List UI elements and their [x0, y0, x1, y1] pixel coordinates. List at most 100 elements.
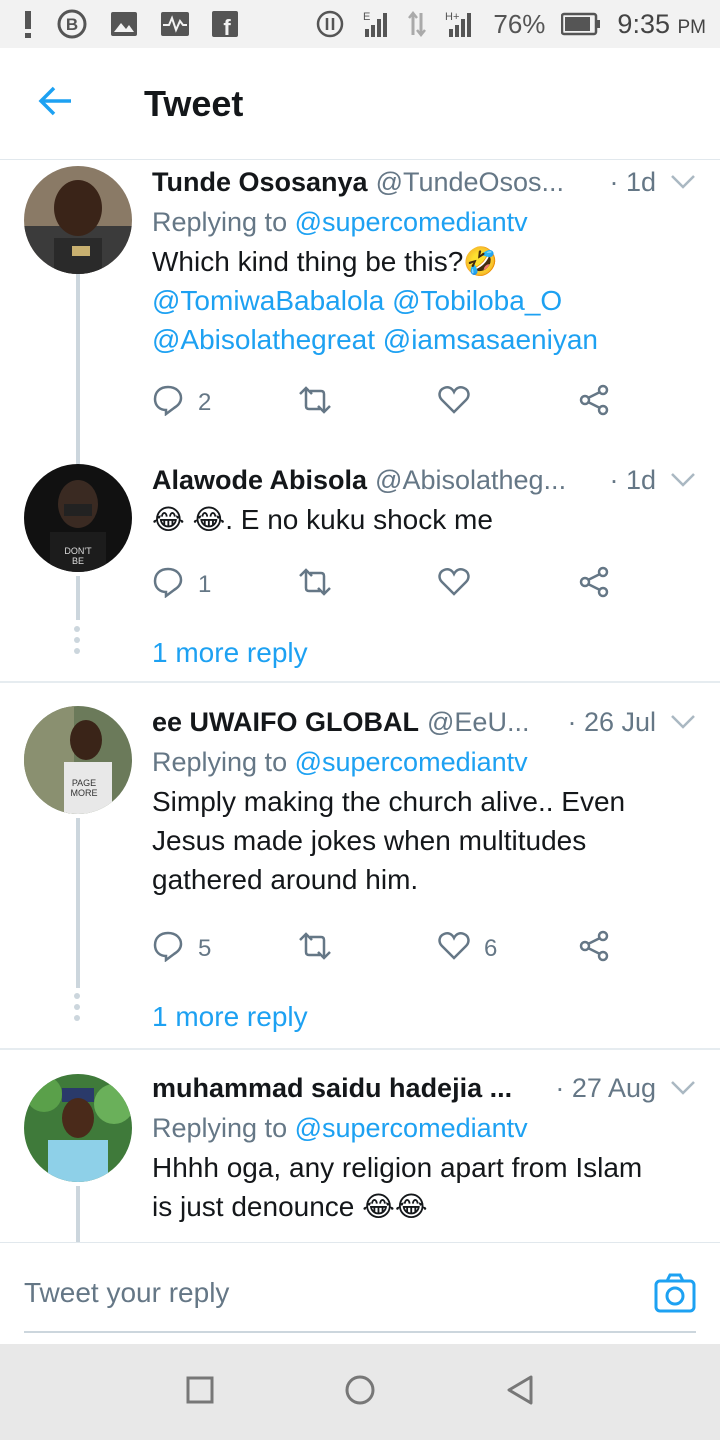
tweet[interactable]: Alawode Abisola @Abisolatheg... · 1d 😂 😂…: [0, 460, 720, 673]
clock-ampm: PM: [677, 16, 707, 38]
tweet-text: Hhhh oga, any religion apart from Islam …: [152, 1148, 696, 1226]
camera-icon: [654, 1273, 696, 1317]
tweet-header: muhammad saidu hadejia ... · 27 Aug: [152, 1068, 696, 1108]
comment-icon: [152, 566, 184, 605]
share-button[interactable]: [578, 384, 610, 423]
back-button[interactable]: [0, 48, 110, 160]
tweet-text: Simply making the church alive.. Even Je…: [152, 782, 696, 899]
more-replies-link[interactable]: 1 more reply: [152, 633, 696, 673]
tweet-text-line: gathered around him.: [152, 864, 419, 895]
pulse-icon: [160, 11, 190, 37]
sync-icon: [315, 9, 345, 39]
recents-button[interactable]: [170, 1362, 230, 1422]
reply-count: 1: [198, 571, 212, 598]
svg-text:E: E: [363, 11, 370, 23]
replying-to-label: Replying to: [152, 1113, 288, 1143]
retweet-icon: [298, 385, 332, 421]
user-handle[interactable]: @EeU...: [427, 707, 529, 738]
replying-to-handle[interactable]: @supercomediantv: [295, 747, 528, 777]
user-handle[interactable]: @TundeOsos...: [376, 167, 565, 198]
tweet-text-line: Simply making the church alive.. Even: [152, 786, 626, 817]
home-button[interactable]: [330, 1362, 390, 1422]
user-name[interactable]: ee UWAIFO GLOBAL: [152, 707, 419, 738]
tweet[interactable]: muhammad saidu hadejia ... · 27 Aug Repl…: [0, 1068, 720, 1226]
like-button[interactable]: 6: [438, 931, 578, 968]
user-name[interactable]: Alawode Abisola: [152, 465, 367, 496]
facebook-icon: f: [212, 11, 238, 37]
thread-dots: [74, 993, 82, 1021]
app-header: Tweet: [0, 48, 720, 160]
svg-text:f: f: [223, 15, 231, 37]
share-button[interactable]: [578, 566, 610, 605]
chevron-down-icon[interactable]: [670, 714, 696, 730]
signal-h-icon: H+: [443, 9, 477, 39]
svg-text:H+: H+: [445, 11, 459, 23]
reply-button[interactable]: 2: [152, 384, 298, 423]
tweet-actions: 5 6: [152, 919, 696, 979]
reply-count: 5: [198, 935, 212, 962]
tweet-header: Alawode Abisola @Abisolatheg... · 1d: [152, 460, 696, 500]
retweet-button[interactable]: [298, 931, 438, 967]
tweet-header: ee UWAIFO GLOBAL @EeU... · 26 Jul: [152, 702, 696, 742]
share-icon: [578, 566, 610, 605]
back-triangle-icon: [505, 1374, 535, 1411]
retweet-icon: [298, 567, 332, 603]
data-arrows-icon: [407, 9, 427, 39]
status-left-icons: B f: [22, 8, 238, 40]
more-replies-link[interactable]: 1 more reply: [152, 997, 696, 1037]
mentions-line[interactable]: @Abisolathegreat @iamsasaeniyan: [152, 320, 696, 359]
share-icon: [578, 930, 610, 969]
share-icon: [578, 384, 610, 423]
tweet-text: Which kind thing be this?🤣 @TomiwaBabalo…: [152, 242, 696, 359]
mentions-line[interactable]: @TomiwaBabalola @Tobiloba_O: [152, 281, 696, 320]
clock: 9:35 PM: [617, 9, 706, 40]
tweet-text: 😂 😂. E no kuku shock me: [152, 504, 493, 535]
like-button[interactable]: [438, 567, 578, 604]
comment-icon: [152, 384, 184, 423]
home-circle-icon: [344, 1374, 376, 1411]
tweet-time: · 26 Jul: [567, 706, 656, 737]
user-name[interactable]: Tunde Ososanya: [152, 167, 368, 198]
user-name[interactable]: muhammad saidu hadejia ...: [152, 1073, 512, 1104]
replying-to-label: Replying to: [152, 207, 288, 237]
replying-to-handle[interactable]: @supercomediantv: [295, 1113, 528, 1143]
tweet-actions: 2: [152, 373, 696, 433]
retweet-button[interactable]: [298, 567, 438, 603]
replying-to: Replying to @supercomediantv: [152, 202, 696, 242]
chevron-down-icon[interactable]: [670, 1080, 696, 1096]
reply-input[interactable]: Tweet your reply: [24, 1277, 229, 1309]
retweet-button[interactable]: [298, 385, 438, 421]
tweet-text-line: Jesus made jokes when multitudes: [152, 825, 587, 856]
like-count: 6: [484, 935, 498, 962]
battery-percent: 76%: [493, 8, 546, 39]
system-back-button[interactable]: [490, 1362, 550, 1422]
reply-button[interactable]: 1: [152, 566, 298, 605]
reply-underline: [24, 1331, 696, 1333]
reply-feed[interactable]: Tunde Ososanya @TundeOsos... · 1d Replyi…: [0, 160, 720, 1242]
tweet-time: · 1d: [609, 464, 656, 495]
tweet[interactable]: ee UWAIFO GLOBAL @EeU... · 26 Jul Replyi…: [0, 702, 720, 1037]
share-button[interactable]: [578, 930, 610, 969]
tweet-actions: 1: [152, 555, 696, 615]
tweet-time: · 1d: [609, 166, 656, 197]
alert-icon: [22, 9, 34, 39]
replying-to-label: Replying to: [152, 747, 288, 777]
replying-to: Replying to @supercomediantv: [152, 1108, 696, 1148]
svg-text:B: B: [66, 15, 78, 34]
reply-button[interactable]: 5: [152, 930, 298, 969]
chevron-down-icon[interactable]: [670, 472, 696, 488]
tweet-header: Tunde Ososanya @TundeOsos... · 1d: [152, 162, 696, 202]
tweet-time: · 27 Aug: [555, 1072, 656, 1103]
tweet-text-line: is just denounce 😂😂: [152, 1191, 428, 1222]
image-icon: [110, 11, 138, 37]
tweet[interactable]: Tunde Ososanya @TundeOsos... · 1d Replyi…: [0, 160, 720, 433]
camera-button[interactable]: [654, 1273, 696, 1318]
chevron-down-icon[interactable]: [670, 174, 696, 190]
tweet-text-line: Which kind thing be this?🤣: [152, 246, 499, 277]
signal-e-icon: E: [361, 9, 391, 39]
system-nav-bar: [0, 1344, 720, 1440]
thread-dots: [74, 626, 82, 654]
user-handle[interactable]: @Abisolatheg...: [375, 465, 566, 496]
like-button[interactable]: [438, 385, 578, 422]
replying-to-handle[interactable]: @supercomediantv: [295, 207, 528, 237]
